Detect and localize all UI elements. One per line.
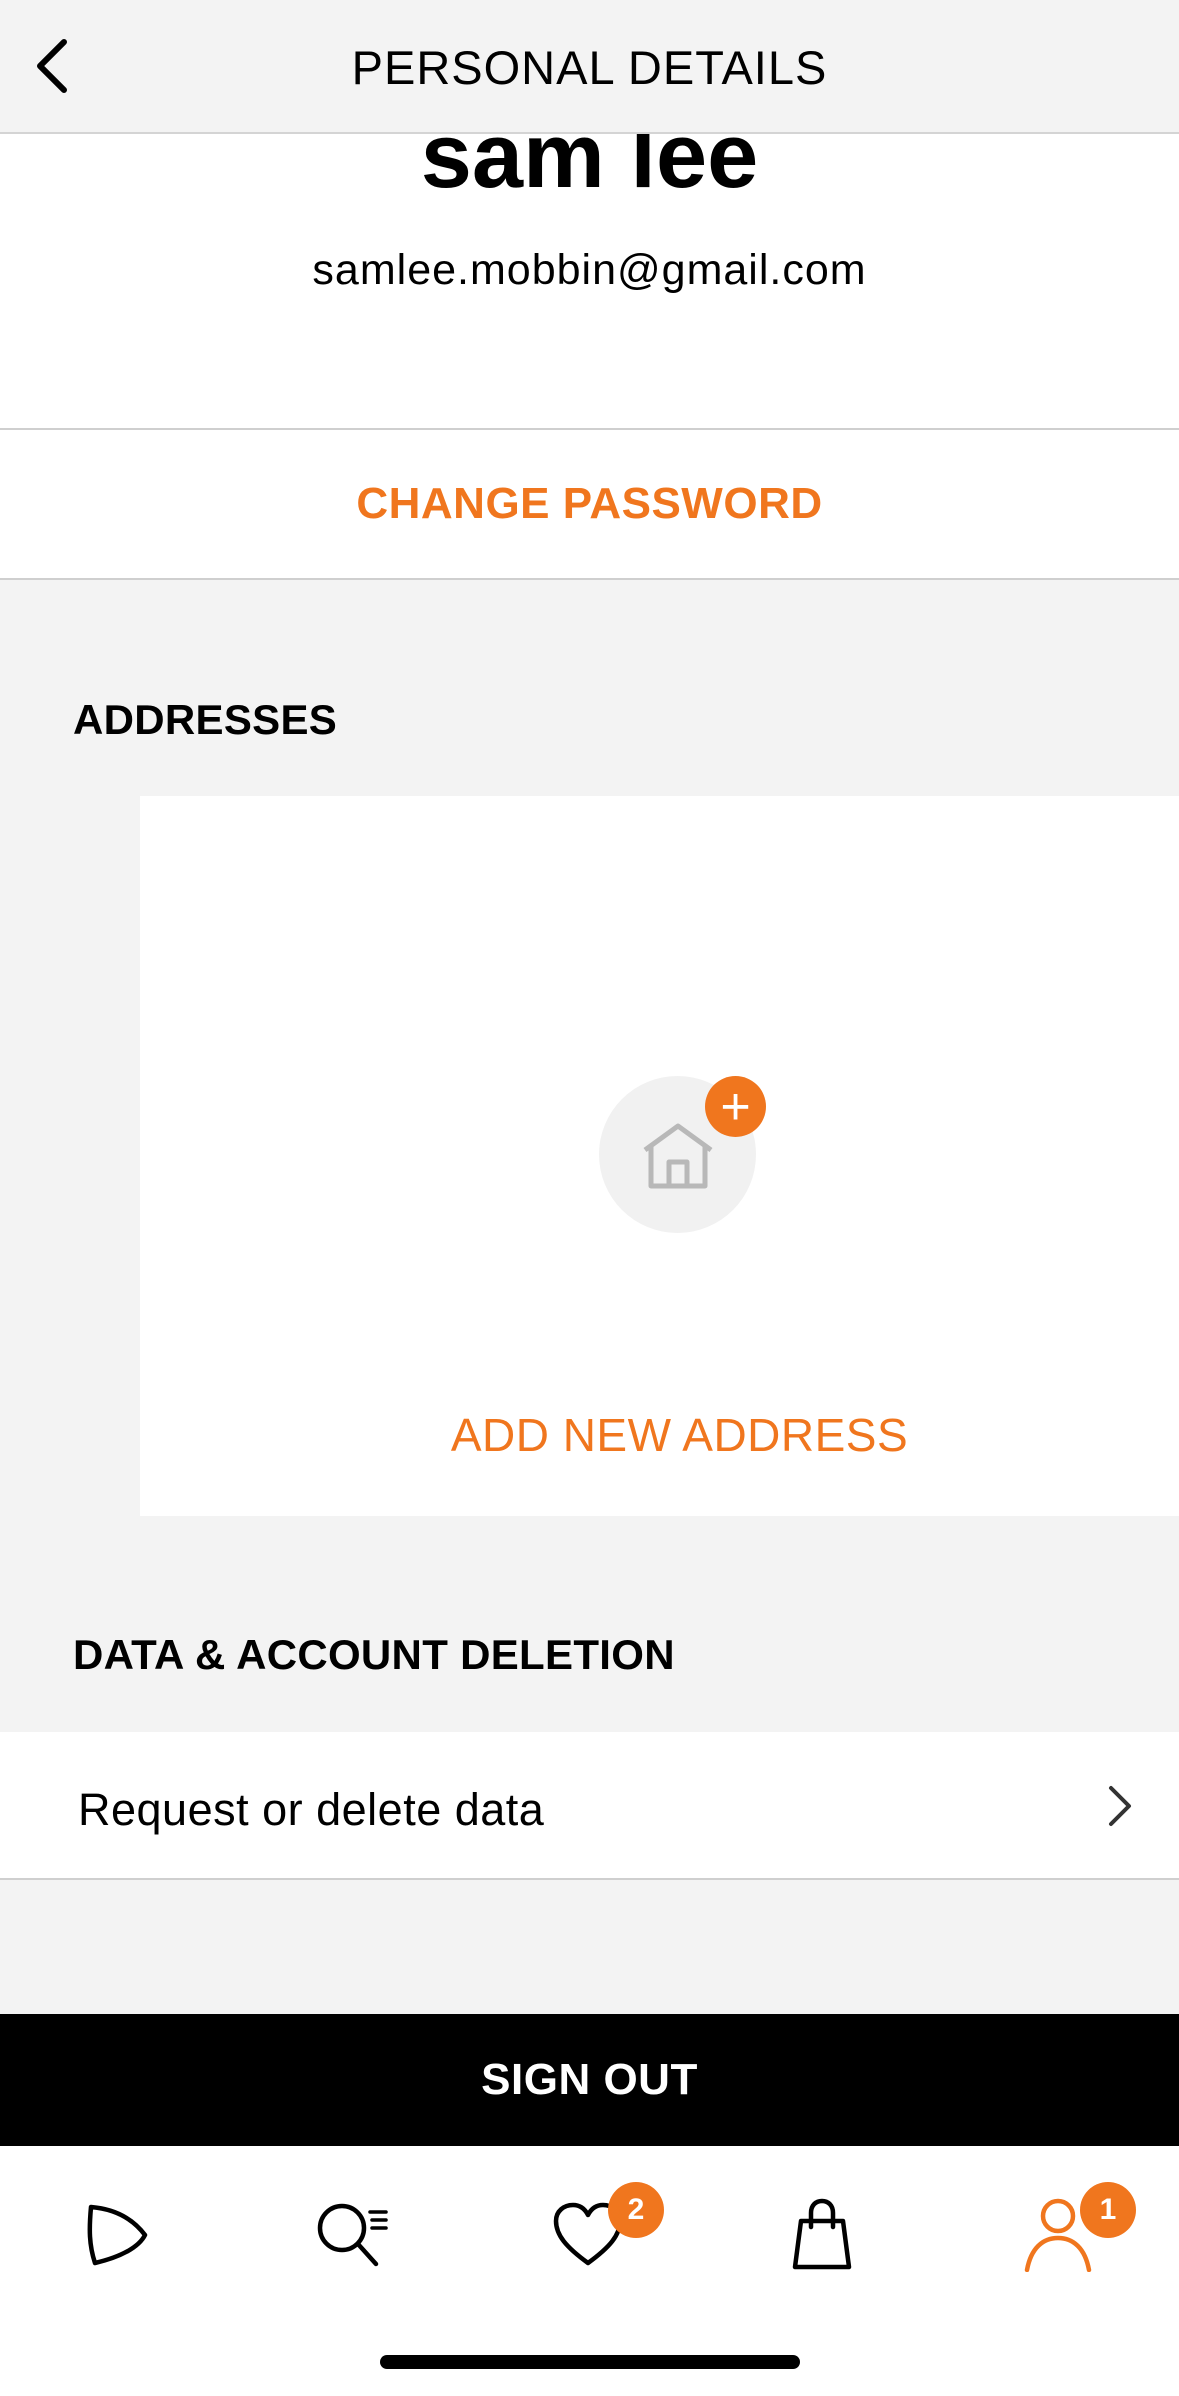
sign-out-button[interactable]: SIGN OUT <box>0 2014 1179 2146</box>
tab-search[interactable] <box>292 2174 412 2294</box>
header-bar: PERSONAL DETAILS <box>0 0 1179 134</box>
tab-home[interactable] <box>56 2174 176 2294</box>
account-badge: 1 <box>1080 2182 1136 2238</box>
add-new-address-label: ADD NEW ADDRESS <box>450 1409 909 1461</box>
addresses-title: ADDRESSES <box>73 696 338 743</box>
tab-wishlist[interactable]: 2 <box>528 2174 664 2294</box>
tab-bag[interactable] <box>762 2174 882 2294</box>
change-password-button[interactable]: CHANGE PASSWORD <box>0 430 1179 580</box>
play-shape-icon <box>87 2204 148 2266</box>
add-address-card[interactable]: + ADD NEW ADDRESS <box>140 796 1179 1516</box>
data-deletion-title: DATA & ACCOUNT DELETION <box>73 1631 675 1678</box>
bag-icon <box>792 2198 852 2270</box>
house-icon <box>643 1123 712 1188</box>
profile-email: samlee.mobbin@gmail.com <box>312 246 867 294</box>
profile-name: sam lee <box>420 134 759 207</box>
tab-account[interactable]: 1 <box>998 2174 1136 2294</box>
search-icon <box>317 2203 388 2267</box>
plus-icon: + <box>705 1076 766 1137</box>
wishlist-badge: 2 <box>608 2182 664 2238</box>
request-delete-data-row[interactable]: Request or delete data <box>0 1732 1179 1880</box>
chevron-right-icon <box>1109 1786 1131 1826</box>
profile-section: sam lee samlee.mobbin@gmail.com <box>0 134 1179 430</box>
request-delete-data-label: Request or delete data <box>78 1784 545 1835</box>
page-title: PERSONAL DETAILS <box>351 41 828 94</box>
home-indicator <box>380 2355 800 2369</box>
